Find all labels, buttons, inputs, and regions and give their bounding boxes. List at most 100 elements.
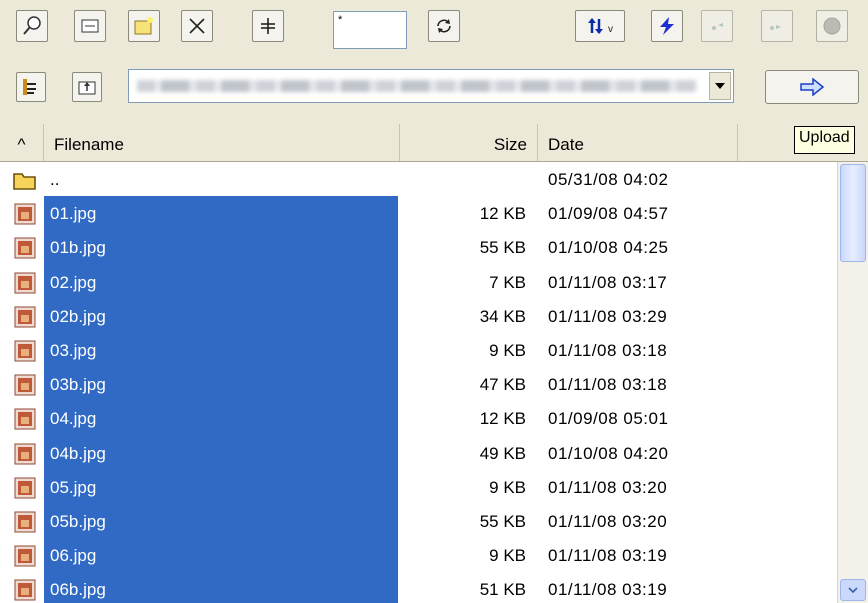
file-row[interactable]: 02.jpg 7 KB 01/11/08 03:17	[0, 264, 836, 299]
find-button[interactable]	[16, 10, 48, 42]
tree-view-button[interactable]	[16, 72, 46, 102]
scrollbar-thumb[interactable]	[840, 164, 866, 262]
file-row[interactable]: 05b.jpg 55 KB 01/11/08 03:20	[0, 503, 836, 539]
upload-button[interactable]	[765, 70, 859, 104]
lightning-button[interactable]	[651, 10, 683, 42]
file-name: 04b.jpg	[50, 443, 106, 463]
arrow-right-icon	[800, 78, 825, 96]
file-row[interactable]: 05.jpg 9 KB 01/11/08 03:20	[0, 469, 836, 504]
file-row[interactable]: 04.jpg 12 KB 01/09/08 05:01	[0, 401, 836, 436]
file-name: 02.jpg	[50, 272, 97, 292]
refresh-button[interactable]	[428, 10, 460, 42]
image-file-icon	[14, 579, 36, 601]
file-date: 01/11/08 03:18	[548, 340, 668, 360]
file-size: 9 KB	[489, 340, 526, 360]
file-date: 01/09/08 05:01	[548, 409, 669, 429]
file-size: 7 KB	[489, 272, 526, 292]
split-icon	[261, 18, 275, 34]
file-size: 51 KB	[479, 580, 526, 600]
selection-highlight	[44, 332, 398, 368]
folder-icon	[13, 173, 36, 190]
file-name: ..	[50, 170, 60, 189]
image-file-icon	[14, 545, 36, 567]
file-row[interactable]: 06.jpg 9 KB 01/11/08 03:19	[0, 538, 836, 573]
delete-icon	[189, 18, 205, 34]
image-file-icon	[14, 306, 36, 328]
file-row[interactable]: 03b.jpg 47 KB 01/11/08 03:18	[0, 367, 836, 402]
parent-folder-button[interactable]	[72, 72, 102, 102]
image-file-icon	[14, 374, 36, 396]
sync-left-icon	[712, 23, 723, 30]
selection-highlight	[44, 196, 398, 231]
delete-button[interactable]	[181, 10, 213, 42]
file-name: 05.jpg	[50, 477, 97, 497]
split-button[interactable]	[252, 10, 284, 42]
scroll-down-icon[interactable]	[840, 579, 866, 601]
file-date: 01/11/08 03:19	[548, 580, 668, 600]
column-date[interactable]: Date	[538, 124, 738, 161]
sort-indicator[interactable]: ^	[0, 124, 44, 161]
file-name: 04.jpg	[50, 409, 97, 429]
parent-folder-icon	[78, 81, 96, 95]
file-row[interactable]: 02b.jpg 34 KB 01/11/08 03:29	[0, 298, 836, 333]
sync-left-button[interactable]	[701, 10, 733, 42]
file-date: 01/11/08 03:29	[548, 306, 668, 326]
vertical-scrollbar[interactable]	[837, 162, 868, 603]
file-row[interactable]: 06b.jpg 51 KB 01/11/08 03:19	[0, 572, 836, 603]
file-date: 01/11/08 03:19	[548, 546, 668, 566]
file-name: 02b.jpg	[50, 306, 106, 326]
lightning-icon	[660, 17, 674, 35]
new-folder-icon	[134, 17, 153, 35]
file-size: 47 KB	[479, 375, 526, 395]
sort-button[interactable]: v	[575, 10, 625, 42]
image-file-icon	[14, 272, 36, 294]
upload-tooltip: Upload	[794, 126, 855, 154]
file-name: 01b.jpg	[50, 238, 106, 258]
image-file-icon	[14, 340, 36, 362]
file-row[interactable]: 04b.jpg 49 KB 01/10/08 04:20	[0, 435, 836, 470]
file-date: 01/11/08 03:18	[548, 375, 668, 395]
stop-button[interactable]	[816, 10, 848, 42]
image-file-icon	[14, 203, 36, 225]
filemask-input[interactable]: *	[333, 11, 407, 49]
file-date: 01/11/08 03:17	[548, 272, 668, 292]
file-size: 55 KB	[479, 238, 526, 258]
file-date: 05/31/08 04:02	[548, 170, 669, 189]
file-row[interactable]: 01.jpg 12 KB 01/09/08 04:57	[0, 196, 836, 231]
file-size: 12 KB	[479, 409, 526, 429]
file-date: 01/10/08 04:25	[548, 238, 669, 258]
column-filename[interactable]: Filename	[44, 124, 400, 161]
image-file-icon	[14, 443, 36, 464]
parent-directory-row[interactable]: .. 05/31/08 04:02	[0, 162, 836, 196]
window-button[interactable]	[74, 10, 106, 42]
file-name: 03b.jpg	[50, 375, 106, 395]
file-rows: .. 05/31/08 04:02 01.jpg 12 KB 01/09/08 04:5…	[0, 162, 836, 603]
file-row[interactable]: 03.jpg 9 KB 01/11/08 03:18	[0, 332, 836, 368]
image-file-icon	[14, 237, 36, 259]
selection-highlight	[44, 538, 398, 573]
find-icon	[23, 16, 41, 35]
refresh-icon	[437, 19, 451, 33]
list-header: ^ Filename Size Date	[0, 124, 868, 162]
new-folder-button[interactable]	[128, 10, 160, 42]
file-size: 9 KB	[489, 477, 526, 497]
file-name: 06.jpg	[50, 546, 97, 566]
file-list: ^ Filename Size Date .. 05/31/08 04:02 01.…	[0, 124, 868, 603]
file-size: 34 KB	[479, 306, 526, 326]
sync-right-icon	[770, 25, 781, 30]
tree-icon	[23, 79, 36, 95]
file-name: 03.jpg	[50, 340, 97, 360]
main-toolbar: * v	[0, 0, 868, 58]
file-date: 01/11/08 03:20	[548, 477, 668, 497]
file-name: 01.jpg	[50, 204, 97, 224]
file-name: 05b.jpg	[50, 511, 106, 531]
svg-text:v: v	[608, 24, 613, 35]
path-combobox[interactable]	[128, 69, 734, 103]
file-size: 9 KB	[489, 546, 526, 566]
sort-icon: v	[588, 18, 613, 35]
sync-right-button[interactable]	[761, 10, 793, 42]
file-row[interactable]: 01b.jpg 55 KB 01/10/08 04:25	[0, 230, 836, 265]
selection-highlight	[44, 264, 398, 299]
column-size[interactable]: Size	[400, 124, 538, 161]
chevron-down-icon[interactable]	[709, 72, 731, 100]
